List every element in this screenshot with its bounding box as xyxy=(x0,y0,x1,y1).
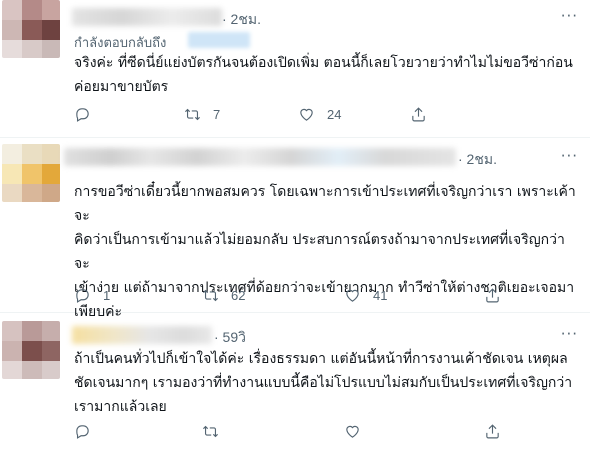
like-button[interactable]: 24 xyxy=(298,103,341,125)
like-count: 24 xyxy=(327,106,342,122)
retweet-button[interactable] xyxy=(202,420,231,442)
reply-button[interactable] xyxy=(74,103,103,125)
retweet-icon xyxy=(203,289,218,301)
replying-to-label: กำลังตอบกลับถึง xyxy=(74,36,167,51)
reply-icon xyxy=(76,288,89,303)
like-count: 41 xyxy=(373,287,388,303)
reply-icon xyxy=(76,107,89,122)
tweet-text-line: จริงค่ะ ที่ซีดนี่ย์แย่งบัตรกันจนต้องเปิด… xyxy=(74,55,573,71)
share-button[interactable] xyxy=(484,284,513,306)
tweet-3[interactable]: · 59วิ ··· ถ้าเป็นคนทั่วไปก็เข้าใจได้ค่ะ… xyxy=(0,313,590,450)
retweet-count: 7 xyxy=(213,106,221,122)
like-icon xyxy=(346,425,359,438)
tweet-2[interactable]: · 2ชม. ··· การขอวีซ่าเดี๋ยวนี้ยากพอสมควร… xyxy=(0,138,590,320)
like-icon xyxy=(300,108,313,121)
tweet-time[interactable]: · 59วิ xyxy=(214,327,246,349)
tweet-time[interactable]: · 2ชม. xyxy=(222,9,261,31)
share-button[interactable] xyxy=(484,420,513,442)
like-icon xyxy=(346,289,359,302)
like-button[interactable] xyxy=(344,420,373,442)
retweet-icon xyxy=(203,425,218,437)
more-options-icon[interactable]: ··· xyxy=(561,149,578,164)
tweet-text: จริงค่ะ ที่ซีดนี่ย์แย่งบัตรกันจนต้องเปิด… xyxy=(74,51,579,99)
retweet-button[interactable]: 7 xyxy=(184,103,220,125)
tweet-1[interactable]: · 2ชม. ··· กำลังตอบกลับถึง จริงค่ะ ที่ซี… xyxy=(0,0,590,138)
avatar[interactable] xyxy=(2,321,60,379)
more-options-icon[interactable]: ··· xyxy=(561,9,578,24)
reply-button[interactable]: 1 xyxy=(74,284,110,306)
reply-button[interactable] xyxy=(74,420,103,442)
retweet-count: 62 xyxy=(231,287,246,303)
display-name-blurred[interactable] xyxy=(64,148,456,166)
tweet-time[interactable]: · 2ชม. xyxy=(458,149,497,171)
replying-to-handle-blurred[interactable] xyxy=(188,32,250,48)
reply-icon xyxy=(76,424,89,439)
retweet-button[interactable]: 62 xyxy=(202,284,245,306)
tweet-text-line: ชัดเจนมากๆ เรามองว่าที่ทำงานแบบนี้คือไม่… xyxy=(74,375,573,391)
avatar[interactable] xyxy=(2,144,60,202)
reply-count: 1 xyxy=(103,287,111,303)
more-options-icon[interactable]: ··· xyxy=(561,327,578,342)
tweet-text-line: ถ้าเป็นคนทั่วไปก็เข้าใจได้ค่ะ เรื่องธรรม… xyxy=(74,351,568,367)
tweet-text-line: การขอวีซ่าเดี๋ยวนี้ยากพอสมควร โดยเฉพาะกา… xyxy=(74,184,576,224)
share-button[interactable] xyxy=(410,103,439,125)
tweet-text-line: เรามากแล้วเลย xyxy=(74,399,167,415)
retweet-icon xyxy=(185,108,200,120)
avatar[interactable] xyxy=(2,0,60,58)
like-button[interactable]: 41 xyxy=(344,284,387,306)
tweet-text-line: ค่อยมาขายบัตร xyxy=(74,79,169,95)
display-name-blurred[interactable] xyxy=(72,326,212,344)
display-name-blurred[interactable] xyxy=(72,8,222,26)
share-icon xyxy=(486,287,499,302)
share-icon xyxy=(486,423,499,438)
share-icon xyxy=(412,106,425,121)
tweet-text-line: คิดว่าเป็นการเข้ามาแล้วไม่ยอมกลับ ประสบก… xyxy=(74,232,565,272)
tweet-text: ถ้าเป็นคนทั่วไปก็เข้าใจได้ค่ะ เรื่องธรรม… xyxy=(74,347,579,419)
